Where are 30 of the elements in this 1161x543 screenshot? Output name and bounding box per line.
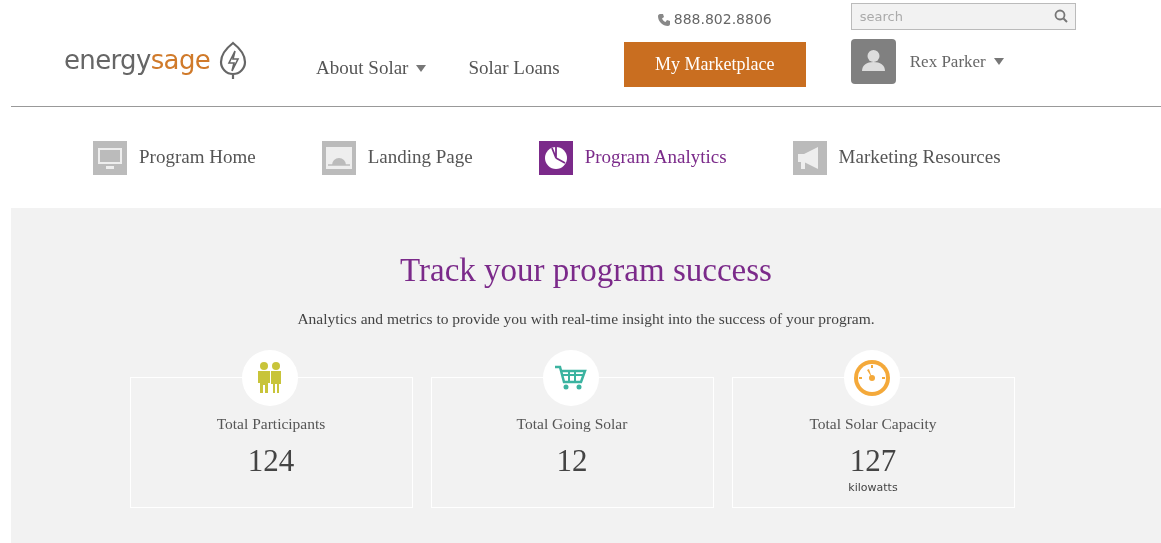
stat-value: 124 [247, 444, 295, 476]
subnav-tab[interactable]: Marketing Resources [792, 140, 1001, 175]
phone-icon [657, 13, 670, 26]
caret-icon [416, 64, 427, 72]
nav-link[interactable]: About Solar [316, 54, 427, 83]
stat-unit: kilowatts [848, 479, 898, 496]
monitor-icon [93, 140, 127, 175]
stat-value: 127 [849, 444, 897, 476]
logo-text: energysage [64, 43, 211, 77]
stat-label: Total Going Solar [516, 413, 628, 434]
megaphone-icon [792, 140, 827, 175]
search-field[interactable]: search [850, 3, 1076, 30]
user-menu[interactable]: Rex Parker [909, 48, 1004, 75]
caret-icon [993, 58, 1004, 65]
subnav-tab[interactable]: Program Home [93, 140, 256, 175]
page-subtitle: Analytics and metrics to provide you with real-time insight into the success of your program. [297, 309, 875, 330]
search-icon [1053, 9, 1068, 23]
phone-number: 888.802.8806 [673, 10, 772, 29]
nav-link[interactable]: Solar Loans [468, 54, 560, 83]
marketplace-button[interactable]: My Marketplace [623, 42, 806, 87]
page-title: Track your program success [400, 251, 772, 290]
stat-label: Total Solar Capacity [809, 413, 937, 434]
subnav-tab[interactable]: Landing Page [321, 140, 473, 175]
leaf-bolt-icon [218, 40, 249, 80]
avatar-icon [850, 39, 896, 84]
stat-label: Total Participants [216, 413, 326, 434]
stat-value: 12 [556, 444, 588, 476]
pie-chart-icon [538, 140, 573, 175]
webpage-icon [321, 140, 356, 175]
subnav-tab[interactable]: Program Analytics [538, 140, 727, 175]
